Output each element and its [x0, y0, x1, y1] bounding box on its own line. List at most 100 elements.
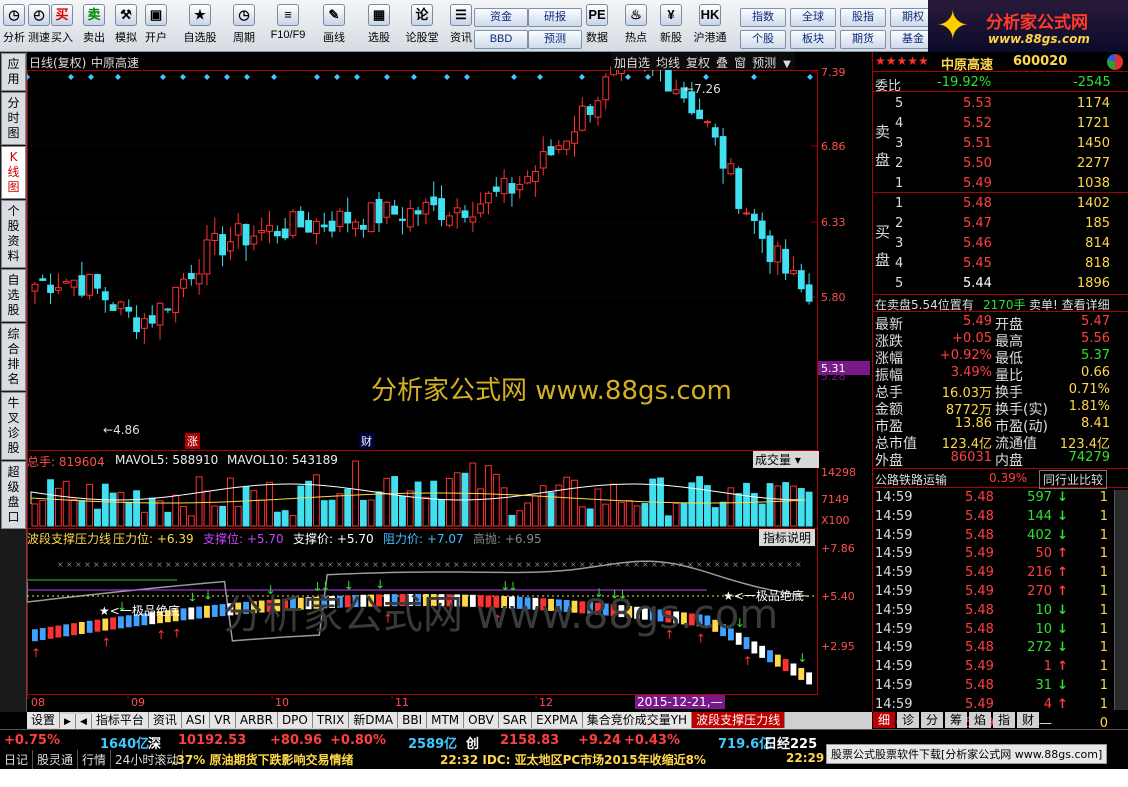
- quote-tab-0[interactable]: 细: [873, 712, 895, 728]
- quote-tab-5[interactable]: 指: [993, 712, 1015, 728]
- sector-compare-button[interactable]: 同行业比较: [1039, 470, 1108, 489]
- indicator-x-mark: ×: [417, 560, 424, 569]
- sell-level-price[interactable]: 5.50: [963, 156, 992, 171]
- status-tab-2[interactable]: 行情: [78, 750, 112, 769]
- indicator-tab-12[interactable]: SAR: [498, 712, 533, 728]
- chart-header-button-1[interactable]: 均线: [653, 52, 683, 73]
- tick-count: 1: [1099, 565, 1108, 581]
- toolbar-button-5[interactable]: ▣ 开户: [142, 4, 170, 50]
- indicator-tab-3[interactable]: ASI: [181, 712, 211, 728]
- order-notice-detail-link[interactable]: 卖单! 查看详细: [1029, 296, 1110, 313]
- volume-bar: [172, 494, 180, 527]
- chart-header-button-4[interactable]: 窗: [731, 52, 749, 73]
- toolbar-button-6[interactable]: ★ 自选股: [180, 4, 220, 50]
- indicator-tab-5[interactable]: ARBR: [235, 712, 278, 728]
- left-tab-0[interactable]: 应用: [1, 53, 26, 91]
- rise-mark[interactable]: 涨: [185, 433, 200, 449]
- tick-scrollbar[interactable]: [1114, 490, 1128, 710]
- news-ticker-2[interactable]: 22:32 IDC: 亚太地区PC市场2015年收缩近8%: [440, 751, 706, 768]
- sell-level-price[interactable]: 5.52: [963, 116, 992, 131]
- quick-button-3[interactable]: 预测: [528, 30, 582, 49]
- sell-level-price[interactable]: 5.49: [963, 176, 992, 191]
- toolbar-button-16[interactable]: HK 沪港通: [690, 4, 730, 50]
- green-arrow-icon: ↓: [797, 651, 807, 665]
- market-button-5[interactable]: 板块: [790, 30, 836, 49]
- sell-level-price[interactable]: 5.51: [963, 136, 992, 151]
- kline-chart[interactable]: 7.39 6.86 6.33 5.80 5.31 5.28 14298 7149 X100 +7.…: [27, 52, 872, 712]
- indicator-tab-4[interactable]: VR: [210, 712, 236, 728]
- tab-scroll-right-icon[interactable]: ▶: [60, 714, 76, 730]
- indicator-tab-11[interactable]: OBV: [464, 712, 499, 728]
- indicator-tab-14[interactable]: 集合竞价成交量YH: [582, 712, 693, 728]
- toolbar-button-10[interactable]: ▦ 选股: [364, 4, 394, 50]
- indicator-tab-0[interactable]: 设置: [27, 712, 61, 728]
- indicator-tab-2[interactable]: 资讯: [148, 712, 182, 728]
- buy-level-price[interactable]: 5.47: [963, 216, 992, 231]
- left-tab-6[interactable]: 牛叉诊股: [1, 392, 26, 460]
- left-tab-4[interactable]: 自选股: [1, 269, 26, 322]
- quote-tab-4[interactable]: 焰: [969, 712, 991, 728]
- left-tab-7[interactable]: 超级盘口: [1, 461, 26, 529]
- left-tab-2[interactable]: K线图: [1, 146, 26, 199]
- buy-level-price[interactable]: 5.45: [963, 256, 992, 271]
- finance-mark[interactable]: 财: [359, 433, 374, 449]
- quote-tab-1[interactable]: 诊: [897, 712, 919, 728]
- toolbar-button-13[interactable]: PE 数据: [582, 4, 612, 50]
- left-tab-1[interactable]: 分时图: [1, 92, 26, 145]
- download-banner[interactable]: 股票公式股票软件下载[分析家公式网 www.88gs.com]: [826, 744, 1108, 764]
- status-tab-0[interactable]: 日记: [0, 750, 34, 769]
- toolbar-button-1[interactable]: ◴ 测速: [28, 4, 50, 50]
- indicator-tab-15[interactable]: 波段支撑压力线: [692, 712, 786, 728]
- market-button-6[interactable]: 期货: [840, 30, 886, 49]
- toolbar-button-9[interactable]: ✎ 画线: [316, 4, 352, 50]
- chart-header-button-3[interactable]: 叠: [713, 52, 731, 73]
- toolbar-button-3[interactable]: 卖卖出: [80, 4, 108, 50]
- buy-level-price[interactable]: 5.44: [963, 276, 992, 291]
- left-tab-3[interactable]: 个股资料: [1, 200, 26, 268]
- toolbar-button-4[interactable]: ⚒ 模拟: [112, 4, 140, 50]
- toolbar-button-12[interactable]: ☰ 资讯: [446, 4, 476, 50]
- quick-button-0[interactable]: 资金: [474, 8, 528, 27]
- market-button-1[interactable]: 全球: [790, 8, 836, 27]
- quick-button-2[interactable]: BBD: [474, 30, 528, 49]
- market-button-0[interactable]: 指数: [740, 8, 786, 27]
- pie-icon[interactable]: [1107, 54, 1123, 70]
- quote-tab-2[interactable]: 分: [921, 712, 943, 728]
- indicator-tab-13[interactable]: EXPMA: [532, 712, 583, 728]
- indicator-tab-10[interactable]: MTM: [427, 712, 465, 728]
- sell-level-price[interactable]: 5.53: [963, 96, 992, 111]
- toolbar-button-2[interactable]: 买买入: [48, 4, 76, 50]
- market-button-2[interactable]: 股指: [840, 8, 886, 27]
- sector-name[interactable]: 公路铁路运输: [875, 471, 947, 488]
- chart-header-button-0[interactable]: 加自选: [611, 52, 653, 73]
- quote-tab-6[interactable]: 财: [1017, 712, 1039, 728]
- left-tab-5[interactable]: 综合排名: [1, 323, 26, 391]
- chart-header-button-2[interactable]: 复权: [683, 52, 713, 73]
- candle-body: [578, 105, 586, 131]
- indicator-tab-6[interactable]: DPO: [277, 712, 313, 728]
- indicator-tab-9[interactable]: BBI: [398, 712, 428, 728]
- toolbar-button-11[interactable]: 论论股堂: [404, 4, 440, 50]
- chart-menu-icon[interactable]: ▼: [779, 57, 795, 72]
- status-tab-1[interactable]: 股灵通: [33, 750, 79, 769]
- toolbar-button-0[interactable]: ◷ 分析: [2, 4, 26, 50]
- volume-selector[interactable]: 成交量 ▾: [753, 451, 819, 468]
- indicator-tab-7[interactable]: TRIX: [312, 712, 350, 728]
- buy-level-price[interactable]: 5.48: [963, 196, 992, 211]
- toolbar-button-7[interactable]: ◷ 周期: [228, 4, 260, 50]
- buy-level-price[interactable]: 5.46: [963, 236, 992, 251]
- indicator-tab-8[interactable]: 新DMA: [349, 712, 399, 728]
- high-price-label: ←7.26: [684, 82, 721, 96]
- toolbar-button-8[interactable]: ≡ F10/F9: [268, 4, 308, 50]
- indicator-tab-1[interactable]: 指标平台: [91, 712, 149, 728]
- tab-scroll-left-icon[interactable]: ◀: [75, 714, 92, 730]
- toolbar-button-15[interactable]: ¥ 新股: [656, 4, 686, 50]
- toolbar-button-14[interactable]: ♨ 热点: [622, 4, 650, 50]
- quick-button-1[interactable]: 研报: [528, 8, 582, 27]
- news-ticker-1[interactable]: .37% 原油期货下跌影响交易情绪: [172, 751, 353, 768]
- chart-header-button-5[interactable]: 预测: [749, 52, 779, 73]
- quote-tab-3[interactable]: 筹: [945, 712, 967, 728]
- market-button-4[interactable]: 个股: [740, 30, 786, 49]
- indicator-explain-button[interactable]: 指标说明: [759, 529, 816, 546]
- weibi-value: -19.92%: [937, 75, 992, 90]
